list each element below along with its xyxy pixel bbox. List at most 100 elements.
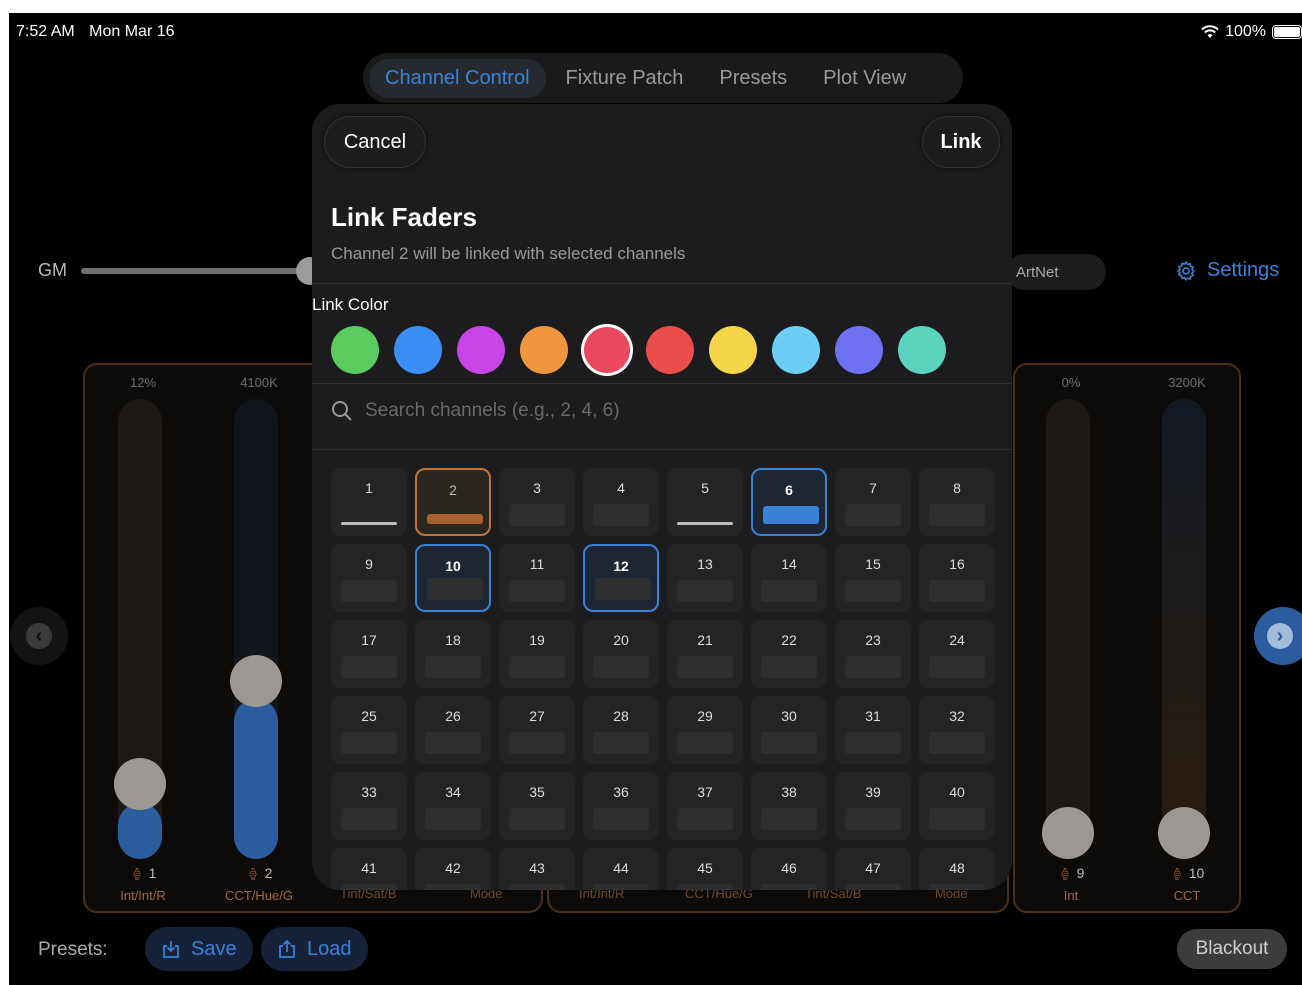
fader-1[interactable]: 12% 🍦︎ 1 Int/Int/R <box>103 365 183 903</box>
channel-cell-39[interactable]: 39 <box>835 772 911 840</box>
channel-search[interactable]: Search channels (e.g., 2, 4, 6) <box>331 400 620 422</box>
channel-number: 4 <box>617 480 625 496</box>
channel-cell-29[interactable]: 29 <box>667 696 743 764</box>
fader-value: 12% <box>129 375 157 390</box>
channel-cell-30[interactable]: 30 <box>751 696 827 764</box>
divider <box>312 383 1012 384</box>
channel-cell-16[interactable]: 16 <box>919 544 995 612</box>
channel-cell-27[interactable]: 27 <box>499 696 575 764</box>
fader-track[interactable] <box>114 399 166 859</box>
fader-track[interactable] <box>230 399 282 859</box>
fader-9[interactable]: 0% 🍦︎ 9 Int <box>1031 365 1111 903</box>
channel-cell-22[interactable]: 22 <box>751 620 827 688</box>
fader-track[interactable] <box>1042 399 1094 859</box>
channel-level-bar <box>845 808 901 830</box>
color-swatch[interactable] <box>898 326 946 374</box>
channel-cell-20[interactable]: 20 <box>583 620 659 688</box>
channel-number: 25 <box>361 708 377 724</box>
channel-cell-46[interactable]: 46 <box>751 848 827 890</box>
color-swatch[interactable] <box>709 326 757 374</box>
fader-track[interactable] <box>1158 399 1210 859</box>
channel-cell-15[interactable]: 15 <box>835 544 911 612</box>
channel-cell-2[interactable]: 2 <box>415 468 491 536</box>
fader-2[interactable]: 4100K 🍦︎ 2 CCT/Hue/G <box>219 365 299 903</box>
channel-cell-23[interactable]: 23 <box>835 620 911 688</box>
cancel-button[interactable]: Cancel <box>324 116 426 168</box>
fader-10[interactable]: 3200K 🍦︎ 10 CCT <box>1147 365 1227 903</box>
channel-cell-12[interactable]: 12 <box>583 544 659 612</box>
channel-cell-4[interactable]: 4 <box>583 468 659 536</box>
channel-cell-1[interactable]: 1 <box>331 468 407 536</box>
channel-cell-44[interactable]: 44 <box>583 848 659 890</box>
channel-cell-7[interactable]: 7 <box>835 468 911 536</box>
channel-number: 7 <box>869 480 877 496</box>
fader-number: 🍦︎ 10 <box>1169 865 1205 881</box>
fader-knob[interactable] <box>1158 807 1210 859</box>
color-swatch[interactable] <box>772 326 820 374</box>
fader-knob[interactable] <box>114 758 166 810</box>
tab-channel-control[interactable]: Channel Control <box>369 58 546 98</box>
fader-knob[interactable] <box>230 655 282 707</box>
channel-number: 17 <box>361 632 377 648</box>
link-button[interactable]: Link <box>922 116 1000 168</box>
channel-cell-24[interactable]: 24 <box>919 620 995 688</box>
channel-cell-47[interactable]: 47 <box>835 848 911 890</box>
channel-cell-40[interactable]: 40 <box>919 772 995 840</box>
channel-cell-31[interactable]: 31 <box>835 696 911 764</box>
color-swatch[interactable] <box>646 326 694 374</box>
load-preset-button[interactable]: Load <box>261 927 368 971</box>
channel-level-bar <box>509 808 565 830</box>
channel-cell-28[interactable]: 28 <box>583 696 659 764</box>
color-swatch[interactable] <box>584 327 630 373</box>
channel-level-bar <box>593 656 649 678</box>
channel-cell-18[interactable]: 18 <box>415 620 491 688</box>
channel-cell-45[interactable]: 45 <box>667 848 743 890</box>
channel-cell-17[interactable]: 17 <box>331 620 407 688</box>
channel-cell-32[interactable]: 32 <box>919 696 995 764</box>
channel-cell-34[interactable]: 34 <box>415 772 491 840</box>
channel-number: 27 <box>529 708 545 724</box>
color-swatch[interactable] <box>520 326 568 374</box>
channel-cell-43[interactable]: 43 <box>499 848 575 890</box>
search-input[interactable]: Search channels (e.g., 2, 4, 6) <box>365 400 620 422</box>
channel-cell-13[interactable]: 13 <box>667 544 743 612</box>
tab-presets[interactable]: Presets <box>703 59 803 98</box>
color-swatch[interactable] <box>835 326 883 374</box>
color-swatch[interactable] <box>457 326 505 374</box>
fader-value: 0% <box>1061 375 1081 390</box>
channel-cell-6[interactable]: 6 <box>751 468 827 536</box>
channel-cell-25[interactable]: 25 <box>331 696 407 764</box>
channel-cell-21[interactable]: 21 <box>667 620 743 688</box>
channel-cell-19[interactable]: 19 <box>499 620 575 688</box>
next-page-button[interactable]: › <box>1254 607 1302 665</box>
channel-cell-11[interactable]: 11 <box>499 544 575 612</box>
save-preset-button[interactable]: Save <box>145 927 253 971</box>
channel-cell-42[interactable]: 42 <box>415 848 491 890</box>
gm-slider-track[interactable] <box>81 268 321 274</box>
channel-cell-35[interactable]: 35 <box>499 772 575 840</box>
channel-cell-14[interactable]: 14 <box>751 544 827 612</box>
channel-cell-37[interactable]: 37 <box>667 772 743 840</box>
channel-cell-48[interactable]: 48 <box>919 848 995 890</box>
color-swatch[interactable] <box>394 326 442 374</box>
channel-cell-41[interactable]: 41 <box>331 848 407 890</box>
channel-cell-33[interactable]: 33 <box>331 772 407 840</box>
channel-cell-10[interactable]: 10 <box>415 544 491 612</box>
channel-cell-38[interactable]: 38 <box>751 772 827 840</box>
channel-cell-36[interactable]: 36 <box>583 772 659 840</box>
tab-plot-view[interactable]: Plot View <box>807 59 922 98</box>
settings-button[interactable]: Settings <box>1175 259 1279 282</box>
color-swatch[interactable] <box>331 326 379 374</box>
channel-cell-9[interactable]: 9 <box>331 544 407 612</box>
channel-cell-3[interactable]: 3 <box>499 468 575 536</box>
tab-fixture-patch[interactable]: Fixture Patch <box>550 59 700 98</box>
previous-page-button[interactable]: ‹ <box>10 607 68 665</box>
blackout-button[interactable]: Blackout <box>1177 929 1287 969</box>
fader-knob[interactable] <box>1042 807 1094 859</box>
channel-cell-26[interactable]: 26 <box>415 696 491 764</box>
channel-cell-5[interactable]: 5 <box>667 468 743 536</box>
modal-title: Link Faders <box>331 202 477 232</box>
channel-cell-8[interactable]: 8 <box>919 468 995 536</box>
channel-number: 39 <box>865 784 881 800</box>
channel-number: 36 <box>613 784 629 800</box>
